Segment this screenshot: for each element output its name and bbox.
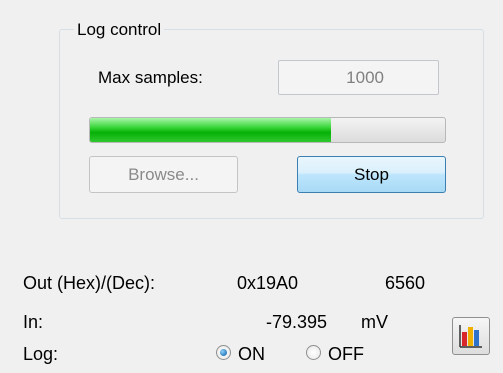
out-hex-value: 0x19A0: [237, 273, 299, 293]
out-label: Out (Hex)/(Dec):: [23, 273, 156, 293]
log-control-title: Log control: [74, 19, 165, 41]
in-unit: mV: [361, 312, 388, 332]
browse-button[interactable]: Browse...: [89, 156, 238, 193]
log-label: Log:: [23, 344, 59, 364]
log-on-radio[interactable]: [216, 345, 231, 360]
log-on-label[interactable]: ON: [238, 343, 265, 365]
bar-chart-icon: [459, 325, 482, 348]
max-samples-label: Max samples:: [98, 68, 203, 87]
log-off-label[interactable]: OFF: [328, 343, 364, 365]
in-label: In:: [23, 312, 44, 332]
chart-button[interactable]: [452, 317, 490, 355]
out-dec-value: 6560: [385, 273, 426, 293]
log-progress-bar: [89, 117, 446, 143]
log-progress-fill: [90, 118, 332, 142]
log-off-radio[interactable]: [306, 345, 321, 360]
in-value: -79.395: [266, 312, 328, 332]
stop-button[interactable]: Stop: [297, 156, 446, 193]
max-samples-input[interactable]: [278, 60, 439, 95]
radio-selected-dot: [220, 349, 227, 356]
